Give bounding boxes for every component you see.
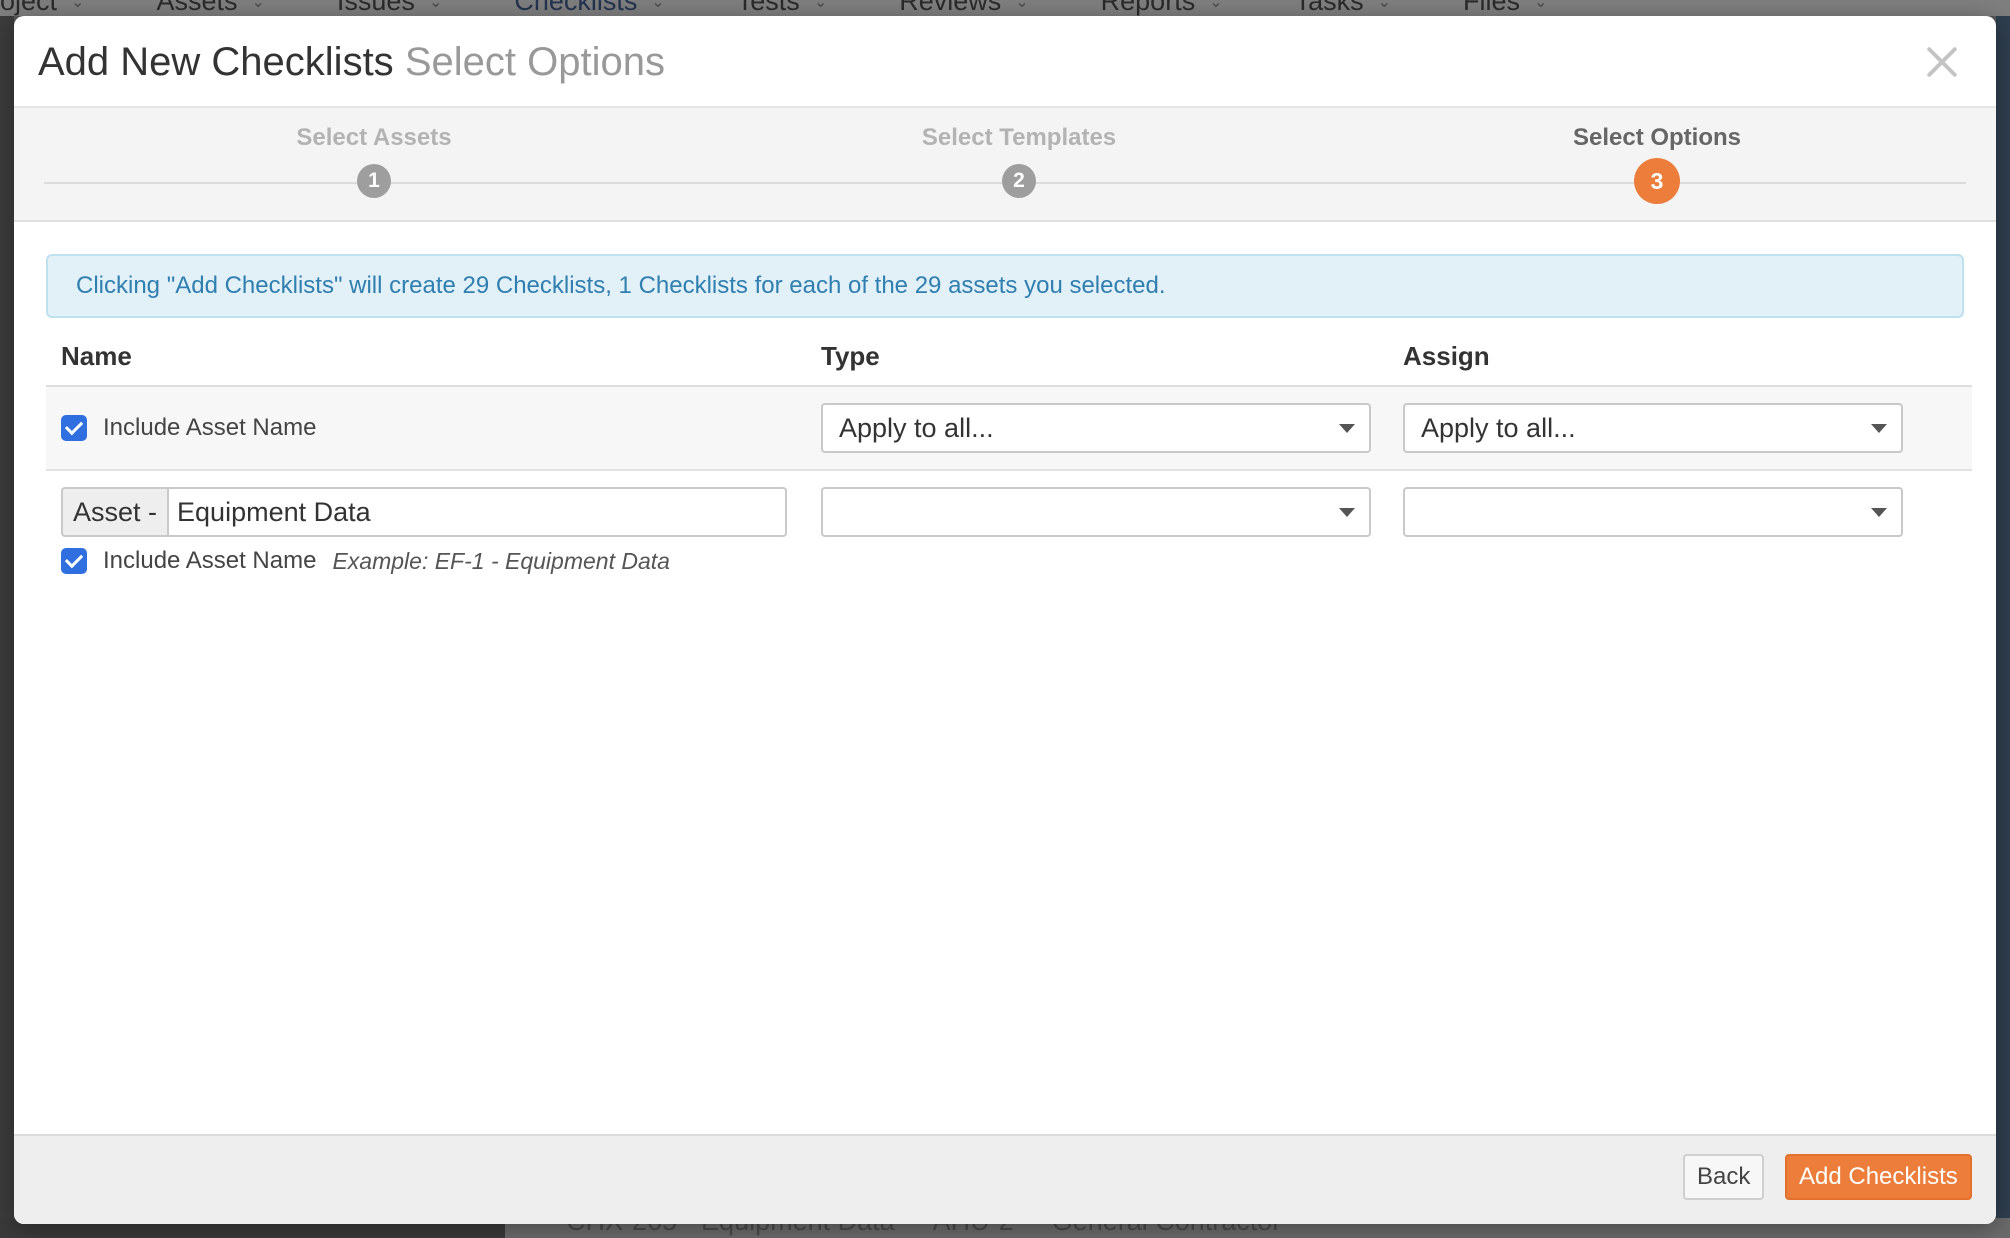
name-example-text: Example: EF-1 - Equipment Data <box>332 547 670 574</box>
nav-item-project[interactable]: oject ⌄ <box>0 0 112 16</box>
nav-item-checklists[interactable]: Checklists ⌄ <box>514 0 692 16</box>
caret-down-icon <box>1871 508 1887 517</box>
chevron-down-icon: ⌄ <box>71 0 85 11</box>
caret-down-icon <box>1871 424 1887 433</box>
column-header-assign: Assign <box>1388 328 1972 387</box>
caret-down-icon <box>1339 508 1355 517</box>
chevron-down-icon: ⌄ <box>1534 0 1548 11</box>
nav-item-assets[interactable]: Assets ⌄ <box>156 0 292 16</box>
close-icon[interactable] <box>1924 44 1960 80</box>
options-table: Name Type Assign Include Asset Name Appl… <box>46 328 1972 575</box>
caret-down-icon <box>1339 424 1355 433</box>
step-number: 1 <box>357 164 391 198</box>
modal-header: Add New Checklists Select Options <box>14 16 1996 108</box>
apply-to-all-row: Include Asset Name Apply to all... Apply… <box>46 386 1972 471</box>
chevron-down-icon: ⌄ <box>1015 0 1029 11</box>
assign-select[interactable] <box>1403 487 1903 537</box>
chevron-down-icon: ⌄ <box>813 0 828 11</box>
step-select-assets[interactable]: Select Assets 1 <box>164 124 584 198</box>
nav-item-reports[interactable]: Reports ⌄ <box>1101 0 1251 16</box>
step-number: 2 <box>1002 164 1036 198</box>
table-row: Asset - Equipment Data Include Asset Nam… <box>46 470 1972 575</box>
wizard-steps: Select Assets 1 Select Templates 2 Selec… <box>14 108 1996 222</box>
select-value: Apply to all... <box>839 413 994 443</box>
step-number: 3 <box>1634 158 1680 204</box>
step-select-templates[interactable]: Select Templates 2 <box>809 124 1229 198</box>
type-apply-all-select[interactable]: Apply to all... <box>821 403 1371 453</box>
add-checklists-button[interactable]: Add Checklists <box>1785 1154 1972 1200</box>
column-header-name: Name <box>46 328 806 387</box>
nav-item-tasks[interactable]: Tasks ⌄ <box>1295 0 1419 16</box>
nav-item-files[interactable]: Files ⌄ <box>1463 0 1575 16</box>
add-checklists-modal: Add New Checklists Select Options Select… <box>14 16 1996 1224</box>
back-button[interactable]: Back <box>1683 1154 1765 1200</box>
include-asset-name-label: Include Asset Name <box>103 547 317 574</box>
modal-title-step: Select Options <box>404 40 665 84</box>
column-header-type: Type <box>806 328 1388 387</box>
background-right-panel <box>1996 16 2010 1238</box>
checklist-name-input-group: Asset - Equipment Data <box>61 487 787 537</box>
step-select-options[interactable]: Select Options 3 <box>1447 124 1867 204</box>
table-header-row: Name Type Assign <box>46 328 1972 387</box>
assign-apply-all-select[interactable]: Apply to all... <box>1403 403 1903 453</box>
nav-item-tests[interactable]: Tests ⌄ <box>737 0 855 16</box>
modal-title: Add New Checklists Select Options <box>38 40 1972 85</box>
info-alert: Clicking "Add Checklists" will create 29… <box>46 254 1964 318</box>
chevron-down-icon: ⌄ <box>1209 0 1223 11</box>
nav-item-reviews[interactable]: Reviews ⌄ <box>899 0 1056 16</box>
chevron-down-icon: ⌄ <box>251 0 265 11</box>
checklist-name-input[interactable]: Equipment Data <box>167 487 787 537</box>
asset-prefix-addon: Asset - <box>61 487 168 537</box>
modal-footer: Back Add Checklists <box>14 1134 1996 1224</box>
step-label: Select Options <box>1572 124 1742 151</box>
modal-title-main: Add New Checklists <box>38 40 394 84</box>
step-label: Select Assets <box>296 124 452 151</box>
modal-body: Clicking "Add Checklists" will create 29… <box>14 222 1996 575</box>
nav-item-issues[interactable]: Issues ⌄ <box>337 0 470 16</box>
chevron-down-icon: ⌄ <box>428 0 443 11</box>
step-label: Select Templates <box>921 124 1117 151</box>
select-value: Apply to all... <box>1421 413 1576 443</box>
chevron-down-icon: ⌄ <box>651 0 665 11</box>
include-asset-name-checkbox[interactable] <box>61 548 87 574</box>
include-asset-name-label: Include Asset Name <box>103 414 317 441</box>
background-left-panel <box>0 16 14 1238</box>
type-select[interactable] <box>821 487 1371 537</box>
background-nav-bar: oject ⌄ Assets ⌄ Issues ⌄ Checklists ⌄ Tests… <box>0 0 2010 16</box>
include-asset-name-all-checkbox[interactable] <box>61 415 87 441</box>
chevron-down-icon: ⌄ <box>1377 0 1392 11</box>
